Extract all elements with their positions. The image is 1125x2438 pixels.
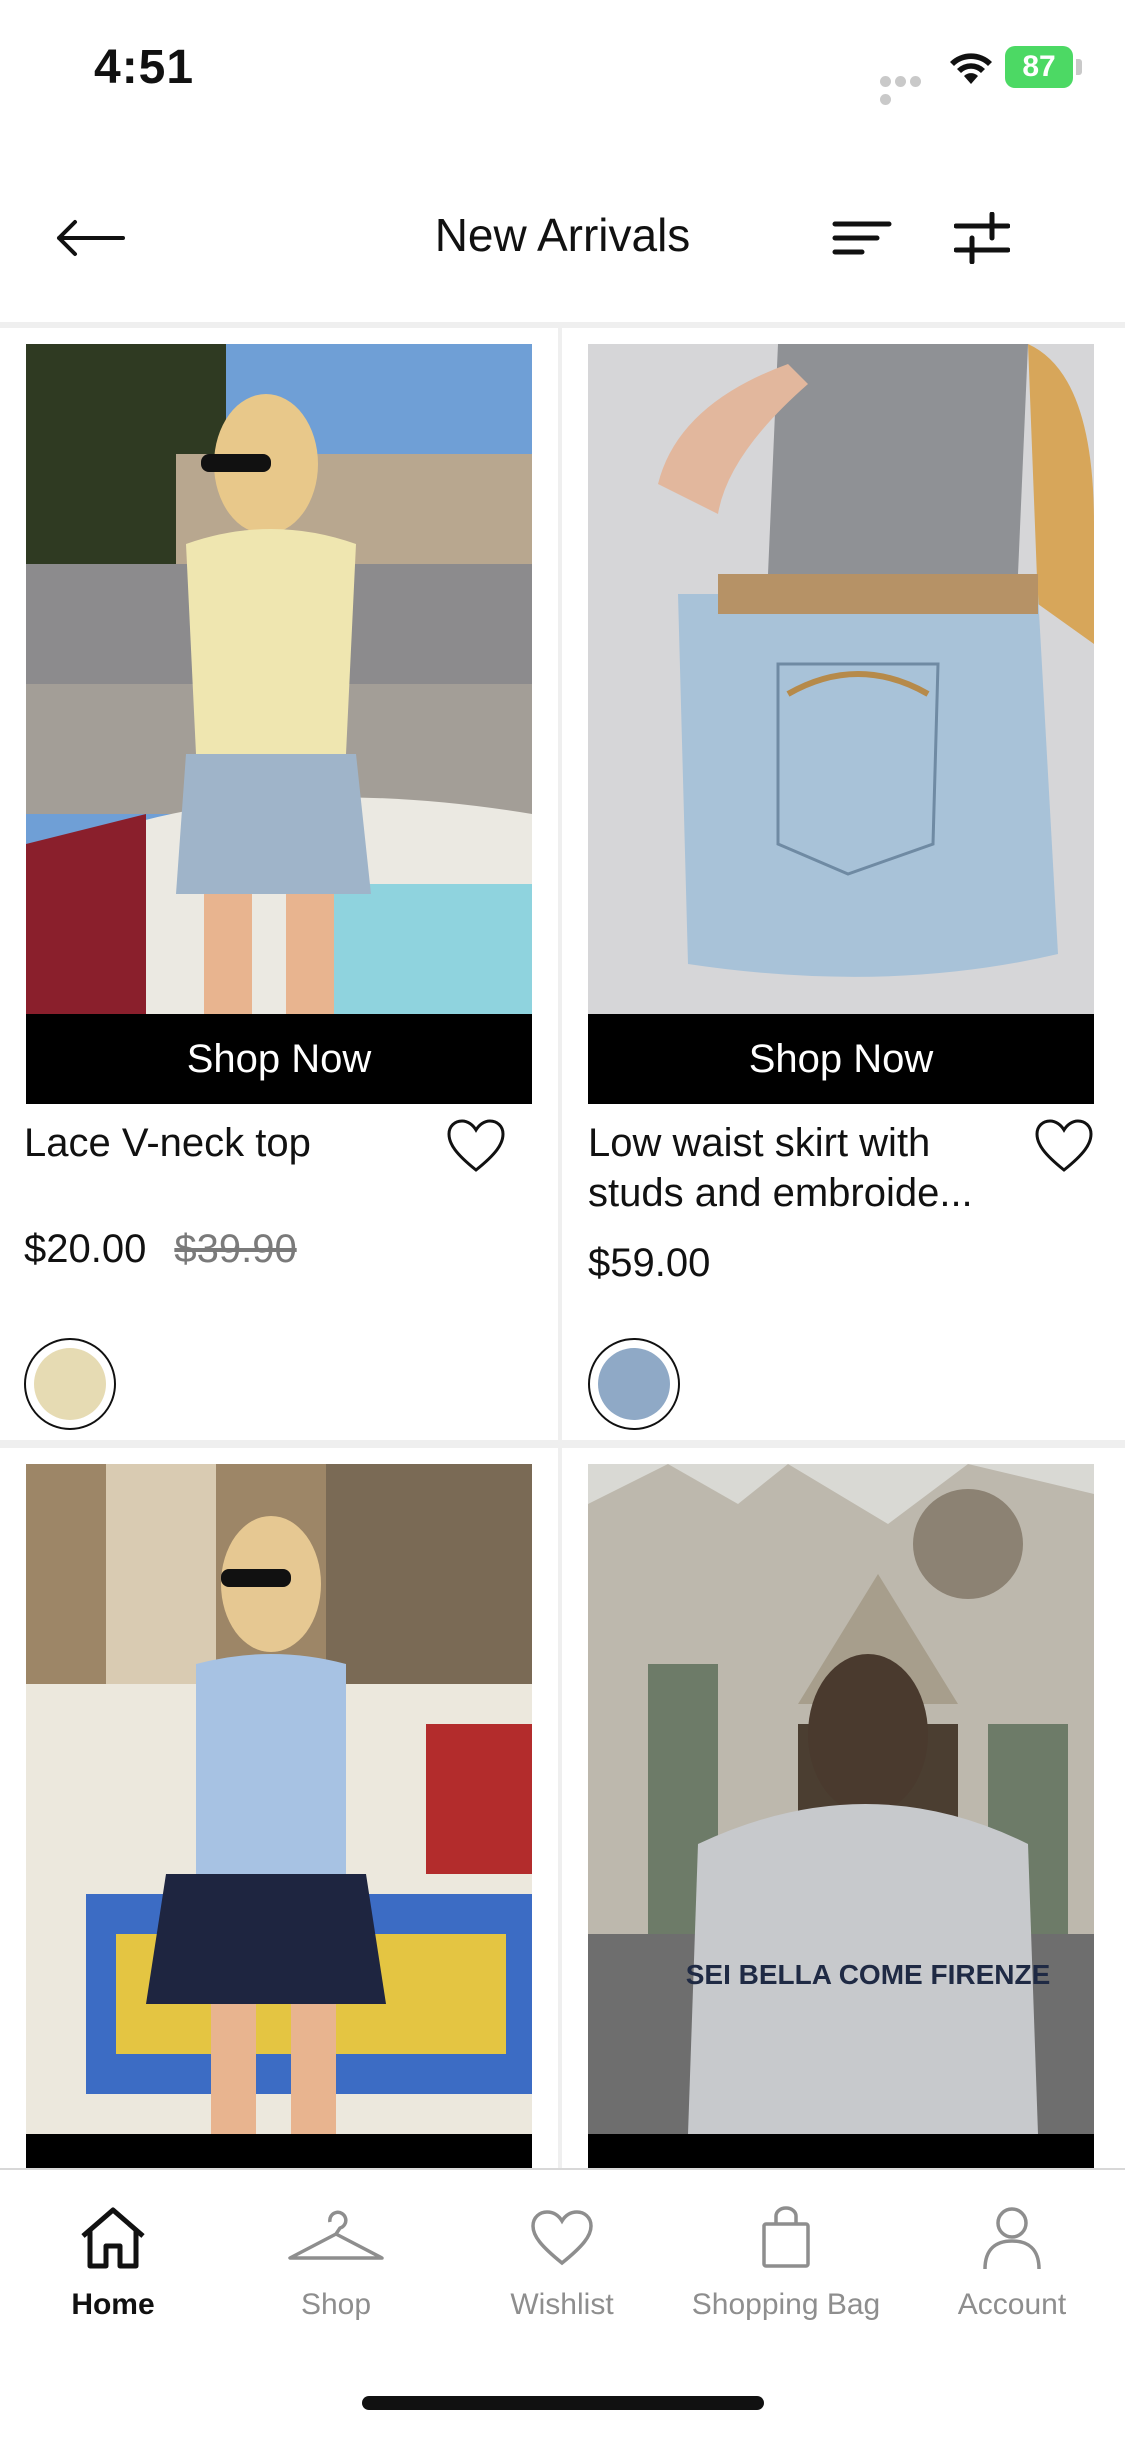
shop-now-button[interactable] xyxy=(588,2134,1094,2168)
wishlist-heart-button[interactable] xyxy=(446,1118,512,1184)
battery-level: 87 xyxy=(1005,46,1073,88)
home-icon xyxy=(81,2207,145,2269)
sale-price: $20.00 xyxy=(24,1227,147,1271)
product-card[interactable]: Shop Now Lace V-neck top $20.00 $39.90 xyxy=(0,328,558,1440)
swatch-color xyxy=(34,1348,106,1420)
product-grid: Shop Now Lace V-neck top $20.00 $39.90 S… xyxy=(0,328,1125,2168)
home-indicator[interactable] xyxy=(362,2396,764,2410)
product-card[interactable]: Shop Now Low waist skirt with studs and … xyxy=(562,328,1125,1440)
tab-label: Home xyxy=(71,2288,155,2321)
tab-wishlist[interactable]: Wishlist xyxy=(462,2198,662,2328)
sliders-icon xyxy=(954,212,1010,264)
tab-shopping-bag[interactable]: Shopping Bag xyxy=(686,2198,886,2328)
filter-button[interactable] xyxy=(942,198,1022,278)
price-row: $59.00 xyxy=(588,1238,710,1288)
heart-icon xyxy=(531,2210,593,2266)
heart-icon xyxy=(1035,1119,1093,1172)
product-card[interactable]: SEI BELLA COME FIRENZE xyxy=(562,1448,1125,2168)
person-icon xyxy=(983,2207,1041,2270)
hoodie-print-text: SEI BELLA COME FIRENZE xyxy=(686,1959,1051,1990)
shop-now-button[interactable] xyxy=(26,2134,532,2168)
sort-icon xyxy=(832,221,892,255)
product-image[interactable] xyxy=(588,344,1094,1014)
product-name[interactable]: Lace V-neck top xyxy=(24,1118,454,1168)
tab-label: Account xyxy=(957,2288,1067,2321)
product-image[interactable] xyxy=(26,344,532,1014)
product-image[interactable] xyxy=(26,1464,532,2134)
sort-button[interactable] xyxy=(822,198,902,278)
tab-shop[interactable]: Shop xyxy=(236,2198,436,2328)
heart-icon xyxy=(447,1119,505,1172)
swatch-color xyxy=(598,1348,670,1420)
tab-home[interactable]: Home xyxy=(13,2198,213,2328)
product-card[interactable] xyxy=(0,1448,558,2168)
tab-account[interactable]: Account xyxy=(912,2198,1112,2328)
price-row: $20.00 $39.90 xyxy=(24,1224,297,1274)
shop-now-button[interactable]: Shop Now xyxy=(588,1014,1094,1104)
status-bar: 4:51 87 xyxy=(0,0,1125,140)
shop-now-button[interactable]: Shop Now xyxy=(26,1014,532,1104)
color-swatch[interactable] xyxy=(24,1338,116,1430)
sale-price: $59.00 xyxy=(588,1241,711,1285)
hanger-icon xyxy=(288,2210,384,2260)
tab-label: Shop xyxy=(300,2288,372,2321)
tab-label: Shopping Bag xyxy=(691,2288,881,2321)
battery-icon: 87 xyxy=(1005,46,1083,88)
status-time: 4:51 xyxy=(94,41,195,94)
cellular-signal-icon xyxy=(880,74,938,105)
color-swatch[interactable] xyxy=(588,1338,680,1430)
original-price: $39.90 xyxy=(174,1227,297,1271)
bag-icon xyxy=(762,2206,810,2268)
nav-header: New Arrivals xyxy=(0,160,1125,328)
tab-label: Wishlist xyxy=(510,2288,614,2321)
product-image[interactable]: SEI BELLA COME FIRENZE xyxy=(588,1464,1094,2134)
wishlist-heart-button[interactable] xyxy=(1034,1118,1100,1184)
product-name[interactable]: Low waist skirt with studs and embroide.… xyxy=(588,1118,1018,1218)
wifi-icon xyxy=(950,53,992,84)
